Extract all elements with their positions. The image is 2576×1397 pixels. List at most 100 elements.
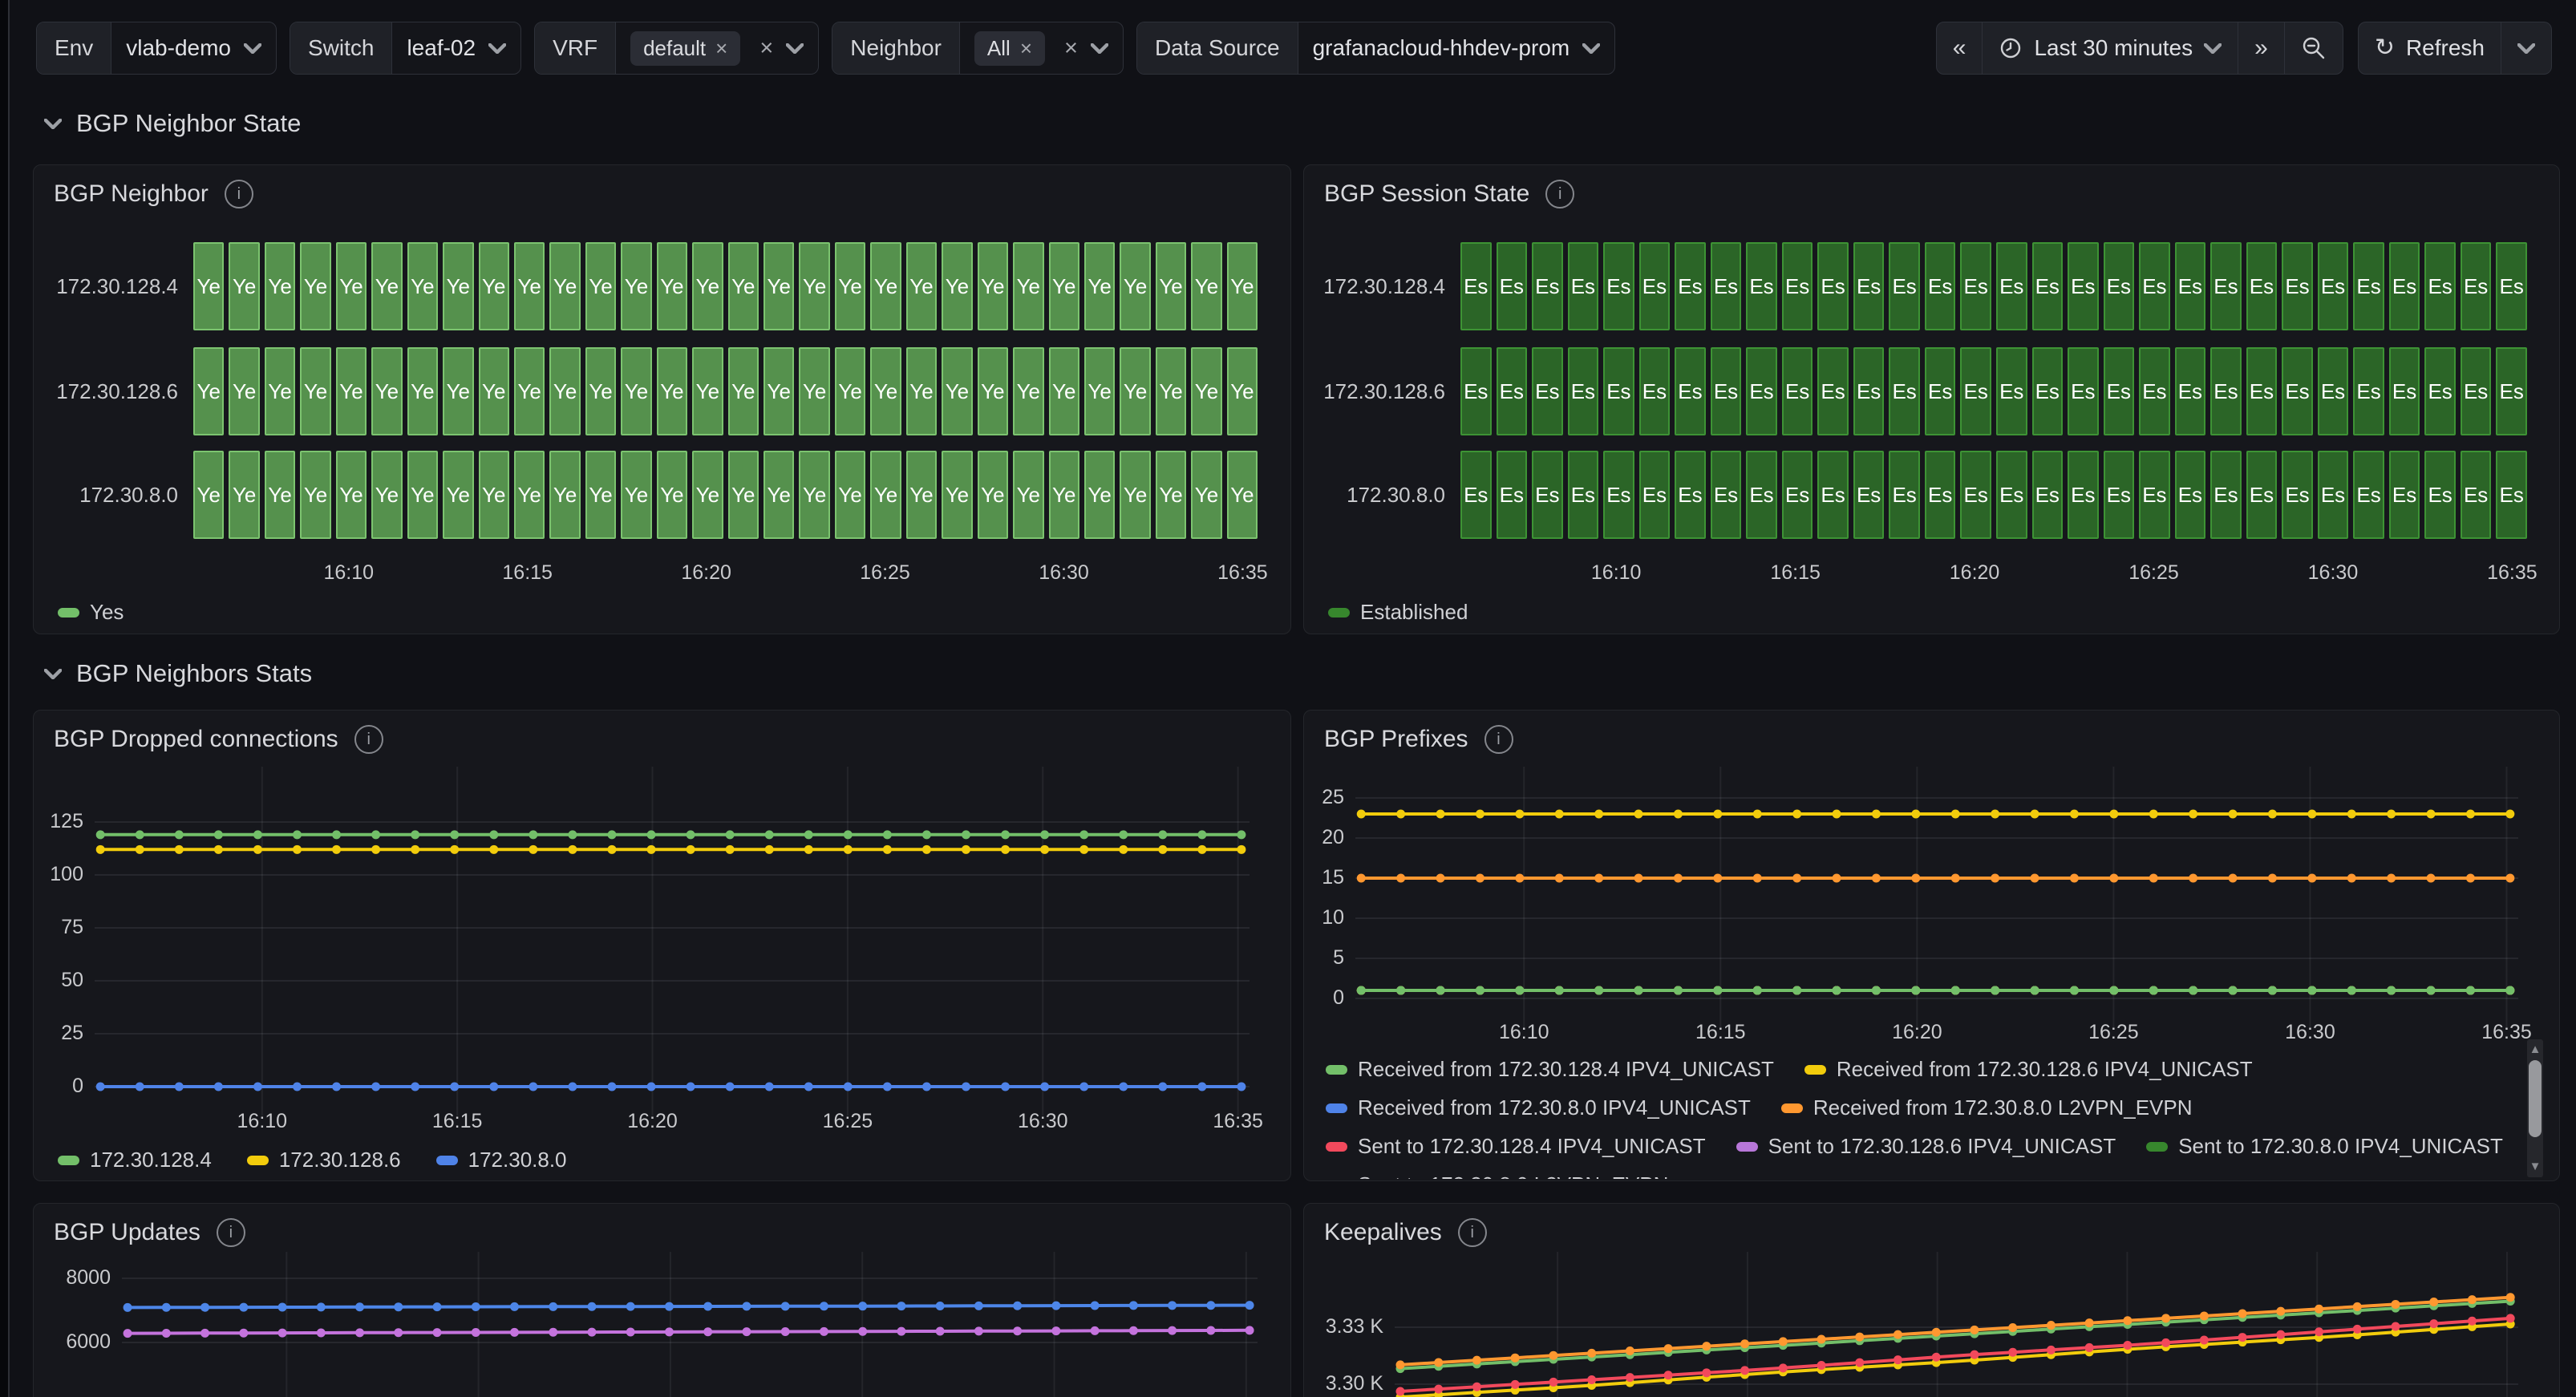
refresh-interval-button[interactable] xyxy=(2501,22,2551,74)
state-cell: Es xyxy=(2424,242,2456,330)
state-cell: Es xyxy=(1568,347,1599,435)
legend-item[interactable]: Yes xyxy=(58,600,124,625)
state-cell: Es xyxy=(2032,242,2064,330)
state-cell: Ye xyxy=(1049,347,1079,435)
scrollbar-thumb[interactable] xyxy=(2529,1060,2542,1137)
x-tick-label: 16:30 xyxy=(1018,1110,1068,1133)
legend-item[interactable]: Received from 172.30.8.0 IPV4_UNICAST xyxy=(1326,1095,1751,1120)
clear-all-icon[interactable]: × xyxy=(1064,37,1078,60)
state-cell: Ye xyxy=(1156,451,1186,539)
legend-item[interactable]: Established xyxy=(1328,600,1468,625)
var-vrf[interactable]: VRF default × × xyxy=(534,22,819,75)
var-env-value[interactable]: vlab-demo xyxy=(126,35,231,61)
var-datasource[interactable]: Data Source grafanacloud-hhdev-prom xyxy=(1136,22,1615,75)
state-cell: Ye xyxy=(1191,451,1221,539)
legend-item[interactable]: Received from 172.30.128.6 IPV4_UNICAST xyxy=(1804,1057,2253,1082)
time-range-button[interactable]: Last 30 minutes xyxy=(1982,22,2238,74)
var-vrf-chip[interactable]: default × xyxy=(630,31,740,66)
state-cell: Ye xyxy=(1049,242,1079,330)
legend-scrollbar[interactable]: ▲ ▼ xyxy=(2527,1039,2543,1177)
state-cell: Ye xyxy=(657,347,687,435)
panel-title-row[interactable]: BGP Prefixes i xyxy=(1324,725,1513,754)
y-tick-label: 10 xyxy=(1303,906,1344,929)
legend-item[interactable]: 172.30.128.4 xyxy=(58,1148,212,1172)
legend-label: Received from 172.30.128.6 IPV4_UNICAST xyxy=(1837,1057,2253,1082)
state-cell: Ye xyxy=(479,347,509,435)
y-tick-label: 75 xyxy=(33,916,83,939)
info-icon[interactable]: i xyxy=(354,725,383,754)
panel-title-row[interactable]: BGP Session State i xyxy=(1324,180,1574,209)
state-cell: Es xyxy=(2210,242,2242,330)
dropped-chart xyxy=(95,767,1250,1116)
chip-remove-icon[interactable]: × xyxy=(715,38,727,59)
state-cell: Es xyxy=(1532,347,1563,435)
state-cell: Es xyxy=(2318,242,2349,330)
state-cell: Es xyxy=(2104,242,2135,330)
var-switch-value[interactable]: leaf-02 xyxy=(407,35,476,61)
scroll-down-icon[interactable]: ▼ xyxy=(2527,1158,2543,1176)
state-cell: Ye xyxy=(585,242,616,330)
section-bgp-neighbors-stats[interactable]: BGP Neighbors Stats xyxy=(44,659,312,688)
panel-title: Keepalives xyxy=(1324,1219,1442,1246)
legend-item[interactable]: Sent to 172.30.8.0 L2VPN_EVPN xyxy=(1326,1172,1668,1179)
timeline-row: EsEsEsEsEsEsEsEsEsEsEsEsEsEsEsEsEsEsEsEs… xyxy=(1460,242,2527,330)
panel-title-row[interactable]: BGP Updates i xyxy=(54,1218,245,1247)
refresh-button[interactable]: ↻ Refresh xyxy=(2359,22,2501,74)
state-cell: Es xyxy=(1853,451,1885,539)
info-icon[interactable]: i xyxy=(1484,725,1513,754)
chevron-down-icon[interactable] xyxy=(786,43,804,54)
state-cell: Ye xyxy=(870,347,901,435)
x-tick-label: 16:10 xyxy=(1499,1021,1549,1044)
legend-item[interactable]: Sent to 172.30.8.0 IPV4_UNICAST xyxy=(2146,1134,2503,1159)
legend-item[interactable]: 172.30.128.6 xyxy=(247,1148,401,1172)
legend-item[interactable]: Received from 172.30.8.0 L2VPN_EVPN xyxy=(1781,1095,2193,1120)
info-icon[interactable]: i xyxy=(225,180,253,209)
state-cell: Ye xyxy=(371,451,402,539)
state-cell: Es xyxy=(1782,242,1813,330)
info-icon[interactable]: i xyxy=(217,1218,245,1247)
state-cell: Ye xyxy=(978,347,1008,435)
series-line xyxy=(128,1306,1250,1308)
var-switch[interactable]: Switch leaf-02 xyxy=(290,22,521,75)
y-tick-label: 125 xyxy=(33,810,83,833)
chevron-down-icon[interactable] xyxy=(1582,43,1600,54)
x-tick-label: 16:25 xyxy=(860,561,910,585)
panel-title-row[interactable]: BGP Dropped connections i xyxy=(54,725,383,754)
state-cell: Ye xyxy=(549,451,580,539)
legend-item[interactable]: Sent to 172.30.128.4 IPV4_UNICAST xyxy=(1326,1134,1706,1159)
chevron-down-icon[interactable] xyxy=(488,43,506,54)
chevron-down-icon[interactable] xyxy=(244,43,261,54)
y-tick-label: 100 xyxy=(33,863,83,886)
var-neighbor-chip[interactable]: All × xyxy=(974,31,1045,66)
panel-title-row[interactable]: BGP Neighbor i xyxy=(54,180,253,209)
timeline-row-label: 172.30.8.0 xyxy=(34,483,178,508)
var-datasource-value[interactable]: grafanacloud-hhdev-prom xyxy=(1313,35,1570,61)
time-forward-button[interactable]: » xyxy=(2238,22,2284,74)
state-cell: Ye xyxy=(906,242,937,330)
panel-dropped: BGP Dropped connections i 12510075502501… xyxy=(33,710,1291,1181)
legend-item[interactable]: Sent to 172.30.128.6 IPV4_UNICAST xyxy=(1736,1134,2116,1159)
clear-all-icon[interactable]: × xyxy=(759,37,773,60)
panel-title-row[interactable]: Keepalives i xyxy=(1324,1218,1487,1247)
section-bgp-neighbor-state[interactable]: BGP Neighbor State xyxy=(44,109,301,138)
state-cell: Es xyxy=(1925,451,1956,539)
var-neighbor[interactable]: Neighbor All × × xyxy=(832,22,1124,75)
state-cell: Es xyxy=(1639,451,1671,539)
var-env[interactable]: Env vlab-demo xyxy=(36,22,277,75)
chevron-down-icon[interactable] xyxy=(1091,43,1108,54)
state-cell: Ye xyxy=(692,347,723,435)
x-tick-label: 16:15 xyxy=(1770,561,1821,585)
legend-item[interactable]: Received from 172.30.128.4 IPV4_UNICAST xyxy=(1326,1057,1774,1082)
state-cell: Es xyxy=(2246,242,2278,330)
chip-remove-icon[interactable]: × xyxy=(1020,38,1032,59)
info-icon[interactable]: i xyxy=(1458,1218,1487,1247)
info-icon[interactable]: i xyxy=(1545,180,1574,209)
y-tick-label: 6000 xyxy=(37,1330,111,1354)
zoom-out-button[interactable] xyxy=(2284,22,2343,74)
state-cell: Es xyxy=(1711,451,1742,539)
state-cell: Es xyxy=(1675,347,1706,435)
legend-item[interactable]: 172.30.8.0 xyxy=(436,1148,567,1172)
state-cell: Ye xyxy=(870,451,901,539)
time-back-button[interactable]: « xyxy=(1937,22,1983,74)
state-cell: Ye xyxy=(978,242,1008,330)
